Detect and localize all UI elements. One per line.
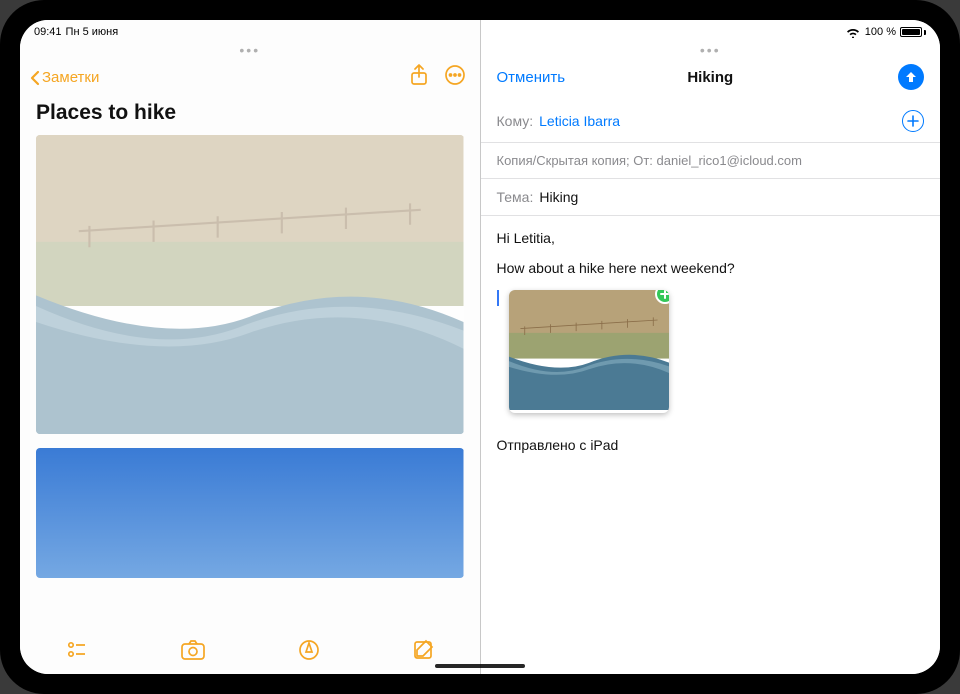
add-recipient-button[interactable] <box>902 110 924 132</box>
note-image-2[interactable] <box>36 448 464 578</box>
wifi-icon <box>845 27 861 38</box>
multitasking-dots-icon[interactable]: ••• <box>239 42 260 58</box>
landscape-rock-arch-image <box>36 448 464 578</box>
notes-app-pane: 09:41 Пн 5 июня ••• Заметки <box>20 20 480 674</box>
share-icon <box>410 64 428 86</box>
arrow-up-icon <box>904 70 918 84</box>
battery-percentage: 100 % <box>865 26 896 38</box>
home-indicator[interactable] <box>435 664 525 668</box>
body-line-1: How about a hike here next weekend? <box>497 260 925 276</box>
mail-compose-title: Hiking <box>687 69 733 86</box>
landscape-river-thumbnail <box>509 290 669 410</box>
landscape-river-image <box>36 135 464 434</box>
note-title: Places to hike <box>20 97 480 135</box>
status-date: Пн 5 июня <box>66 26 119 38</box>
camera-icon <box>180 639 206 661</box>
to-field[interactable]: Кому: Leticia Ibarra <box>481 100 941 143</box>
checklist-icon <box>66 639 88 661</box>
mail-signature: Отправлено с iPad <box>497 437 925 453</box>
subject-field[interactable]: Тема: Hiking <box>481 179 941 216</box>
mail-compose-pane: 100 % ••• Отменить Hiking Кому: Leticia … <box>481 20 941 674</box>
to-recipient[interactable]: Leticia Ibarra <box>539 113 620 129</box>
chevron-left-icon <box>30 70 40 86</box>
compose-icon <box>412 639 434 661</box>
subject-value: Hiking <box>539 189 578 205</box>
plus-icon <box>660 290 669 299</box>
more-button[interactable] <box>444 64 466 91</box>
markup-button[interactable] <box>298 639 320 666</box>
cc-bcc-from-field[interactable]: Копия/Скрытая копия; От: daniel_rico1@ic… <box>481 143 941 179</box>
cancel-button[interactable]: Отменить <box>497 69 566 86</box>
camera-button[interactable] <box>180 639 206 666</box>
note-body[interactable] <box>20 135 480 630</box>
status-time: 09:41 <box>34 26 62 38</box>
pencil-tip-icon <box>298 639 320 661</box>
battery-icon <box>900 27 926 37</box>
ipad-frame: 09:41 Пн 5 июня ••• Заметки <box>0 0 960 694</box>
notes-toolbar <box>20 630 480 674</box>
checklist-button[interactable] <box>66 639 88 666</box>
note-image-1[interactable] <box>36 135 464 434</box>
mail-body-editor[interactable]: Hi Letitia, How about a hike here next w… <box>481 216 941 674</box>
notes-back-button[interactable]: Заметки <box>30 69 99 86</box>
cc-bcc-from-text: Копия/Скрытая копия; От: daniel_rico1@ic… <box>497 153 802 168</box>
to-label: Кому: <box>497 113 534 129</box>
send-button[interactable] <box>898 64 924 90</box>
plus-icon <box>907 115 919 127</box>
status-bar-left: 09:41 Пн 5 июня <box>20 20 480 42</box>
multitasking-dots-icon[interactable]: ••• <box>700 42 721 58</box>
body-greeting: Hi Letitia, <box>497 230 925 246</box>
subject-label: Тема: <box>497 189 534 205</box>
screen: 09:41 Пн 5 июня ••• Заметки <box>20 20 940 674</box>
more-circle-icon <box>444 64 466 86</box>
dragged-attachment[interactable] <box>509 290 669 413</box>
text-cursor <box>497 290 499 306</box>
share-button[interactable] <box>410 64 428 91</box>
notes-back-label: Заметки <box>42 69 99 86</box>
status-bar-right: 100 % <box>481 20 941 42</box>
compose-button[interactable] <box>412 639 434 666</box>
